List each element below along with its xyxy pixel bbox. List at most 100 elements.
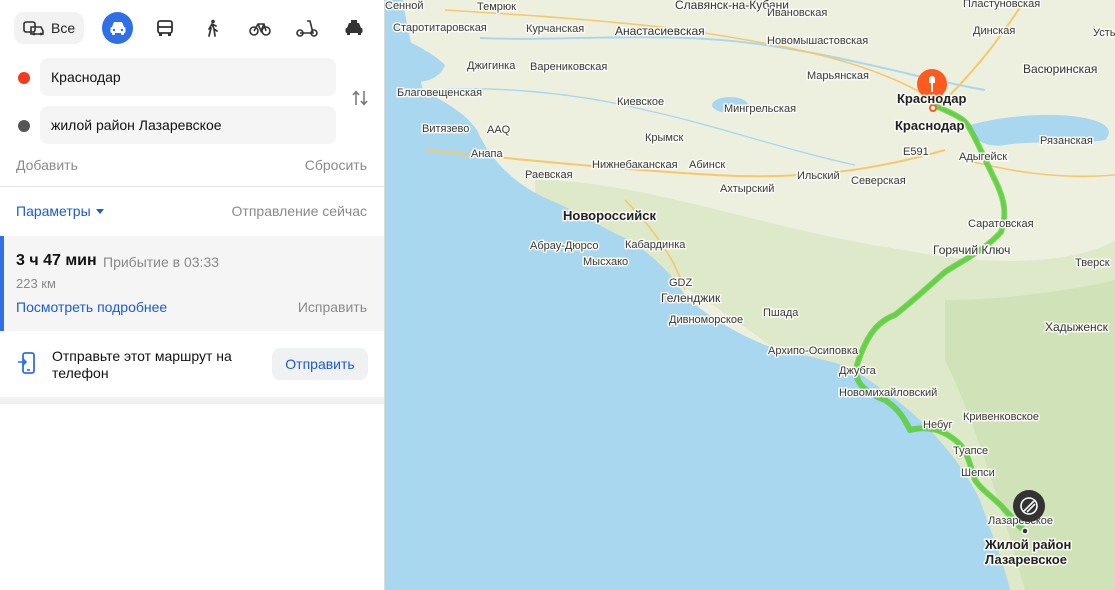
departure-time-selector[interactable]: Отправление сейчас [232, 203, 367, 219]
swap-points-button[interactable] [349, 87, 371, 109]
map-place-label: Абрау-Дюрсо [530, 240, 598, 252]
from-value: Краснодар [51, 69, 121, 85]
swap-arrows-icon [352, 90, 368, 106]
map-place-label: Тверск [1075, 257, 1110, 269]
map-place-label: Мысхако [583, 256, 628, 268]
map-place-label: Джигинка [467, 60, 516, 72]
map-place-label: Адыгейск [959, 151, 1007, 163]
params-dropdown[interactable]: Параметры [16, 203, 104, 219]
map-place-label: Крымск [645, 132, 683, 144]
send-button[interactable]: Отправить [272, 348, 368, 380]
waypoint-actions: Добавить Сбросить [16, 157, 367, 173]
walk-icon [208, 19, 219, 37]
to-value: жилой район Лазаревское [51, 117, 222, 133]
route-arrival: Прибытие в 03:33 [103, 254, 220, 270]
map-place-label: Саратовская [968, 218, 1034, 230]
from-input[interactable]: Краснодар [40, 58, 336, 96]
map-place-label: Кабардинка [625, 239, 686, 251]
map-place-label: Динская [973, 25, 1015, 37]
mode-scooter-button[interactable] [291, 12, 322, 44]
taxi-icon [345, 20, 363, 35]
map-place-label: Небуг [923, 419, 953, 431]
map-place-label: Анапа [471, 148, 503, 160]
map-place-label: Хадыженск [1045, 320, 1109, 334]
map-place-label: Рязанская [1040, 135, 1093, 147]
transport-modes: Все [14, 11, 370, 45]
map-place-label: Северская [851, 175, 906, 187]
car-icon [110, 22, 126, 35]
section-separator [0, 397, 384, 404]
end-point-label-line2: Лазаревское [985, 552, 1067, 567]
map-place-label: AAQ [487, 124, 511, 136]
map-place-label: Марьянская [807, 70, 869, 82]
map-place-label: E591 [903, 146, 929, 158]
map-place-label: Раевская [525, 169, 573, 181]
map-place-label: Киевское [617, 96, 664, 108]
to-input[interactable]: жилой район Лазаревское [40, 106, 336, 144]
map-place-label: Усть- [1093, 27, 1115, 39]
map-place-label: Старотитаровская [393, 22, 487, 34]
map-place-label: Нижнебаканская [592, 159, 678, 171]
route-duration: 3 ч 47 мин [16, 252, 97, 269]
map-place-label: Пшада [763, 307, 799, 319]
map-place-label: Ильский [797, 170, 840, 182]
map-place-label: Новомышастовская [767, 35, 868, 47]
bike-icon [248, 23, 271, 36]
scooter-icon [296, 20, 318, 37]
map-place-label: Благовещенская [397, 87, 482, 99]
phone-send-icon [18, 352, 35, 374]
route-panel: Все Краснодар жилой район Лазаревское До… [0, 0, 385, 590]
map-place-label: Новомихайловский [839, 387, 937, 399]
map-place-label: Мингрельская [724, 103, 796, 115]
mode-car-button[interactable] [102, 12, 134, 44]
map-place-label: Ахтырский [720, 183, 774, 195]
map-place-label: Варениковская [530, 61, 607, 73]
start-point-marker [18, 72, 30, 84]
mode-all-button[interactable]: Все [14, 12, 85, 44]
reset-route-button[interactable]: Сбросить [305, 157, 367, 173]
end-pin-icon[interactable] [1013, 490, 1045, 522]
params-label: Параметры [16, 203, 91, 219]
map-place-label: Архипо-Осиповка [768, 345, 859, 357]
caret-down-icon [95, 209, 104, 214]
map-place-label: Ивановская [767, 7, 827, 19]
mode-taxi-button[interactable] [339, 12, 370, 44]
map-canvas[interactable]: Сенной Темрюк Славянск-на-КубаниИвановская… [385, 0, 1115, 590]
map-place-label: Витязево [422, 123, 469, 135]
end-point-label-line1: Жилой район [984, 537, 1071, 552]
route-option-card[interactable]: 3 ч 47 мин Прибытие в 03:33 223 км Посмо… [0, 236, 384, 331]
map-place-label: Васюринская [1023, 62, 1097, 76]
map-place-label: Курчанская [526, 23, 584, 35]
send-to-phone-row: Отправьте этот маршрут на телефон Отправ… [0, 332, 384, 397]
map-place-label: Кривенковское [963, 411, 1039, 423]
map-place-label: GDZ [669, 277, 693, 289]
end-point-dot [1021, 527, 1029, 535]
mode-walk-button[interactable] [197, 12, 228, 44]
map-place-label: Туапсе [953, 445, 988, 457]
mode-bike-button[interactable] [244, 12, 275, 44]
report-error-link[interactable]: Исправить [298, 299, 367, 315]
selected-indicator [0, 236, 4, 331]
mode-bus-button[interactable] [149, 12, 180, 44]
map-place-label: Геленджик [661, 291, 721, 305]
start-city-label: Краснодар [897, 91, 966, 106]
city-label-krasnodar: Краснодар [895, 118, 964, 133]
map-place-label: Джубга [839, 365, 877, 377]
map-place-label: Темрюк [477, 1, 516, 13]
map-place-label: Горячий Ключ [933, 243, 1010, 257]
bus-icon [157, 20, 173, 36]
map-view[interactable]: Сенной Темрюк Славянск-на-Кубани Ивановская… [385, 0, 1115, 590]
map-place-label: Шепси [961, 467, 995, 479]
params-row: Параметры Отправление сейчас [16, 203, 367, 219]
end-point-marker [18, 120, 30, 132]
map-place-label: Абинск [689, 159, 725, 171]
divider [0, 186, 384, 187]
add-waypoint-button[interactable]: Добавить [16, 157, 78, 173]
map-place-label: Анастасиевская [615, 24, 705, 38]
route-distance: 223 км [16, 276, 56, 291]
route-details-link[interactable]: Посмотреть подробнее [16, 299, 167, 315]
map-place-label: Дивноморское [669, 314, 743, 326]
send-to-phone-text: Отправьте этот маршрут на телефон [52, 348, 232, 381]
mode-all-label: Все [51, 20, 76, 36]
map-place-label: Пластуновская [963, 0, 1040, 10]
